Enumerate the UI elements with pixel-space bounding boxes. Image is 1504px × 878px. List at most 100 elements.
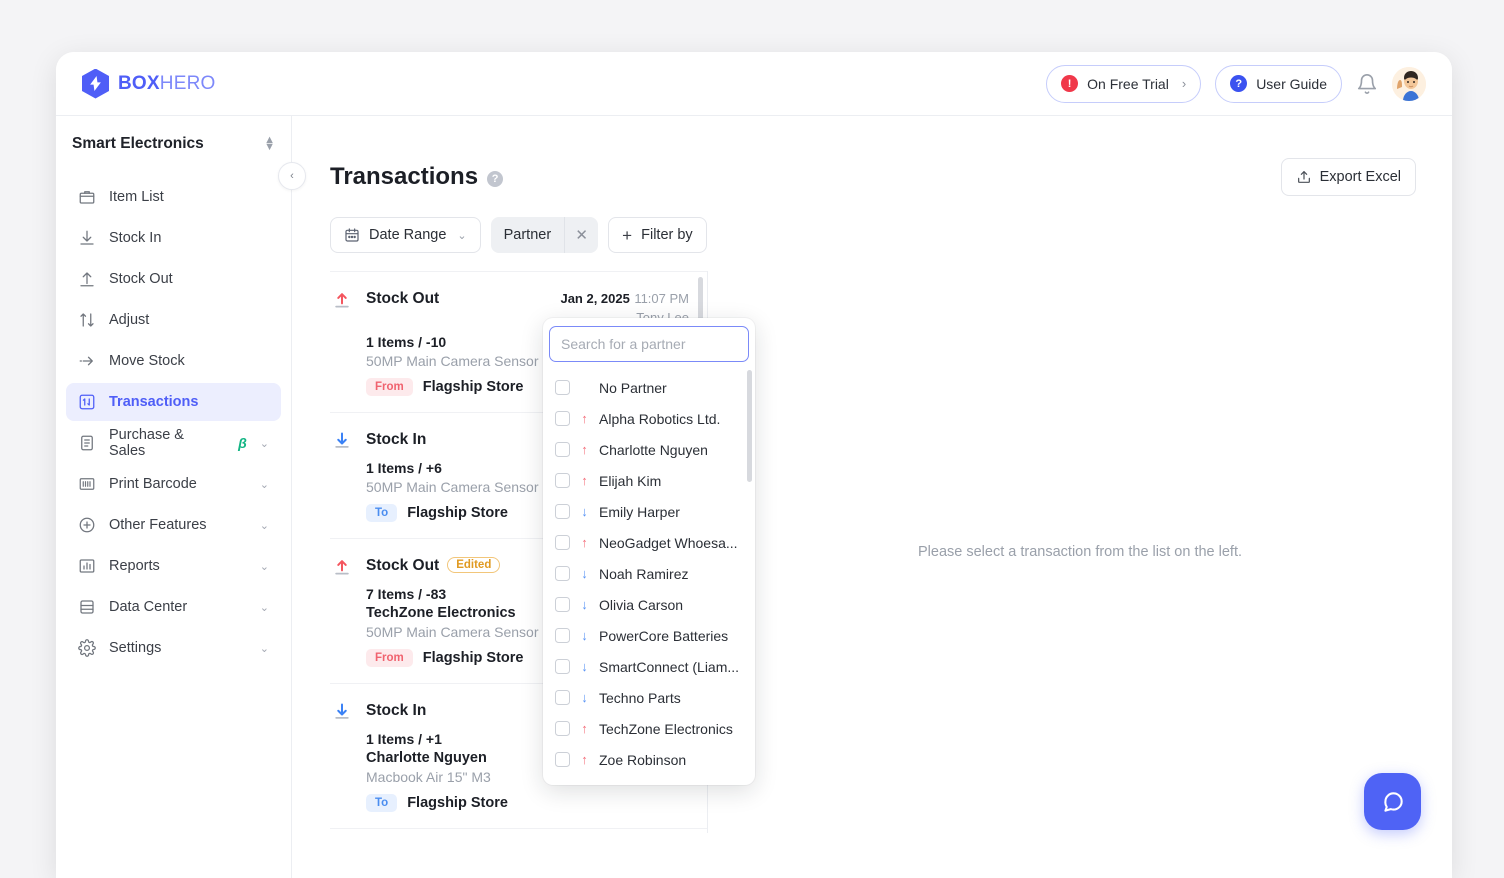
location-name: Flagship Store xyxy=(423,379,524,395)
chat-bubble-icon[interactable] xyxy=(1364,773,1421,830)
partner-option-checkbox[interactable] xyxy=(555,628,570,643)
user-guide-button[interactable]: ? User Guide xyxy=(1215,65,1342,103)
sidebar-item-label: Transactions xyxy=(109,394,198,410)
alert-icon: ! xyxy=(1061,75,1078,92)
add-filter-button[interactable]: + Filter by xyxy=(608,217,707,253)
partner-dropdown: No Partner↑Alpha Robotics Ltd.↑Charlotte… xyxy=(543,318,755,785)
chevron-down-icon: ⌄ xyxy=(260,642,269,655)
partner-option[interactable]: ↑NeoGadget Whoesa... xyxy=(549,527,749,558)
location-name: Flagship Store xyxy=(423,650,524,666)
partner-option[interactable]: ↑Elijah Kim xyxy=(549,465,749,496)
stock-in-icon xyxy=(330,431,354,451)
partner-option-checkbox[interactable] xyxy=(555,411,570,426)
partner-option-checkbox[interactable] xyxy=(555,442,570,457)
sidebar-item-data-center[interactable]: Data Center⌄ xyxy=(66,588,281,626)
arrow-up-icon: ↑ xyxy=(578,443,591,456)
partner-option-label: Noah Ramirez xyxy=(599,566,688,582)
partner-option-label: Elijah Kim xyxy=(599,473,661,489)
partner-search-input[interactable] xyxy=(549,326,749,362)
help-icon[interactable]: ? xyxy=(487,171,503,187)
logo-hero: HERO xyxy=(160,73,216,94)
partner-option[interactable]: ↓Olivia Carson xyxy=(549,589,749,620)
date-range-filter[interactable]: Date Range ⌄ xyxy=(330,217,481,253)
sidebar-collapse-button[interactable]: ‹ xyxy=(278,162,306,190)
bar-chart-icon xyxy=(78,557,96,575)
partner-option-checkbox[interactable] xyxy=(555,380,570,395)
partner-option-checkbox[interactable] xyxy=(555,690,570,705)
partner-option[interactable]: ↓Emily Harper xyxy=(549,496,749,527)
chevron-down-icon: ⌄ xyxy=(260,560,269,573)
partner-option[interactable]: ↓PowerCore Batteries xyxy=(549,620,749,651)
transaction-datetime: Jan 2, 2025 11:07 PM xyxy=(560,290,689,308)
partner-option-checkbox[interactable] xyxy=(555,535,570,550)
partner-option-checkbox[interactable] xyxy=(555,473,570,488)
location-name: Flagship Store xyxy=(407,505,508,521)
partner-option[interactable]: ↓SmartConnect (Liam... xyxy=(549,651,749,682)
arrow-up-icon: ↑ xyxy=(578,412,591,425)
boxhero-logo-text: BOXHERO xyxy=(118,73,215,95)
partner-option-label: SmartConnect (Liam... xyxy=(599,659,739,675)
sidebar-item-print-barcode[interactable]: Print Barcode⌄ xyxy=(66,465,281,503)
sidebar-item-stock-in[interactable]: Stock In xyxy=(66,219,281,257)
close-icon[interactable]: ✕ xyxy=(564,217,598,253)
workspace-name: Smart Electronics xyxy=(72,135,204,153)
export-excel-button[interactable]: Export Excel xyxy=(1281,158,1416,196)
sidebar-item-move-stock[interactable]: Move Stock xyxy=(66,342,281,380)
partner-option-checkbox[interactable] xyxy=(555,597,570,612)
sidebar-item-stock-out[interactable]: Stock Out xyxy=(66,260,281,298)
sidebar-item-label: Reports xyxy=(109,558,160,574)
sidebar-nav: Item ListStock InStock OutAdjustMove Sto… xyxy=(56,172,291,667)
partner-option[interactable]: No Partner xyxy=(549,372,749,403)
partner-option[interactable]: ↓Noah Ramirez xyxy=(549,558,749,589)
free-trial-button[interactable]: ! On Free Trial › xyxy=(1046,65,1201,103)
chevron-down-icon: ⌄ xyxy=(457,229,466,242)
chevron-right-icon: › xyxy=(1182,76,1186,91)
stock-in-icon xyxy=(330,702,354,722)
transaction-type-wrap: Stock OutEdited xyxy=(366,557,500,575)
arrow-down-tray-icon xyxy=(78,229,96,247)
partner-option[interactable]: ↑Alpha Robotics Ltd. xyxy=(549,403,749,434)
arrow-down-icon: ↓ xyxy=(578,629,591,642)
main-content: Transactions ? Export Excel xyxy=(292,116,1452,878)
partner-option-checkbox[interactable] xyxy=(555,659,570,674)
partner-option[interactable]: ↑TechZone Electronics xyxy=(549,713,749,744)
sidebar-item-transactions[interactable]: Transactions xyxy=(66,383,281,421)
bell-icon[interactable] xyxy=(1356,73,1378,95)
chevron-down-icon: ⌄ xyxy=(260,478,269,491)
chevron-down-icon: ⌄ xyxy=(260,437,269,450)
partner-option-list: No Partner↑Alpha Robotics Ltd.↑Charlotte… xyxy=(549,372,749,775)
boxhero-logo[interactable]: BOXHERO xyxy=(82,69,215,99)
chevron-down-icon: ⌄ xyxy=(260,601,269,614)
detail-placeholder-text: Please select a transaction from the lis… xyxy=(918,544,1242,560)
workspace-selector[interactable]: Smart Electronics ▲▼ xyxy=(56,116,291,172)
top-bar-actions: ! On Free Trial › ? User Guide xyxy=(1046,65,1426,103)
sidebar-item-item-list[interactable]: Item List xyxy=(66,178,281,216)
logo-box: BOX xyxy=(118,73,160,94)
avatar[interactable] xyxy=(1392,67,1426,101)
filter-bar: Date Range ⌄ Partner ✕ + Filter by xyxy=(292,196,1452,253)
sidebar-item-adjust[interactable]: Adjust xyxy=(66,301,281,339)
partner-option[interactable]: ↑Zoe Robinson xyxy=(549,744,749,775)
sidebar-item-label: Settings xyxy=(109,640,161,656)
sidebar-item-label: Purchase & Sales xyxy=(109,427,221,459)
sidebar-item-purchase-sales[interactable]: Purchase & Salesβ⌄ xyxy=(66,424,281,462)
partner-option-checkbox[interactable] xyxy=(555,752,570,767)
arrow-right-icon xyxy=(78,352,96,370)
export-excel-label: Export Excel xyxy=(1320,169,1401,185)
partner-filter-chip[interactable]: Partner ✕ xyxy=(491,217,599,253)
location-direction-tag: To xyxy=(366,794,397,812)
up-down-arrows-icon xyxy=(78,311,96,329)
stock-out-icon xyxy=(330,557,354,577)
sidebar-item-other-features[interactable]: Other Features⌄ xyxy=(66,506,281,544)
partner-dropdown-scrollbar[interactable] xyxy=(747,370,752,482)
partner-option-checkbox[interactable] xyxy=(555,504,570,519)
export-icon xyxy=(1296,169,1312,185)
partner-option[interactable]: ↑Charlotte Nguyen xyxy=(549,434,749,465)
partner-option-label: TechZone Electronics xyxy=(599,721,733,737)
page-title: Transactions xyxy=(330,163,478,191)
partner-option-checkbox[interactable] xyxy=(555,566,570,581)
partner-option[interactable]: ↓Techno Parts xyxy=(549,682,749,713)
sidebar-item-settings[interactable]: Settings ⌄ xyxy=(66,629,281,667)
sidebar-item-reports[interactable]: Reports ⌄ xyxy=(66,547,281,585)
partner-option-checkbox[interactable] xyxy=(555,721,570,736)
